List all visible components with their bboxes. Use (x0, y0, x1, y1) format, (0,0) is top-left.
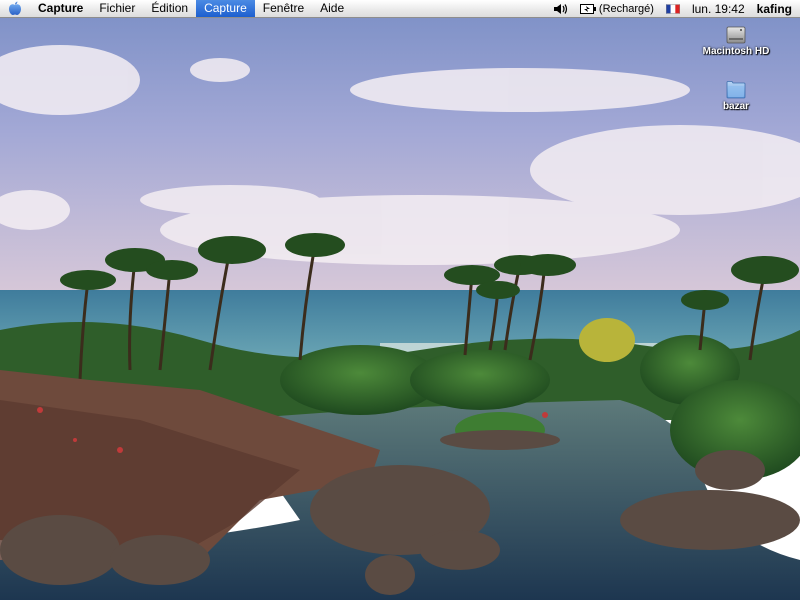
menu-aide[interactable]: Aide (312, 0, 352, 17)
menu-fichier[interactable]: Fichier (91, 0, 143, 17)
desktop-icon-macintosh-hd[interactable]: Macintosh HD (696, 25, 776, 57)
apple-menu-icon[interactable] (0, 0, 30, 17)
battery-status[interactable]: (Rechargé) (574, 0, 660, 17)
user-name[interactable]: kafing (751, 0, 800, 17)
battery-icon (579, 3, 596, 14)
french-flag-icon[interactable] (660, 0, 686, 17)
wallpaper-image (0, 0, 800, 600)
menu-edition[interactable]: Édition (143, 0, 196, 17)
menu-bar: Capture Fichier Édition Capture Fenêtre … (0, 0, 800, 18)
desktop-icon-label: bazar (722, 101, 750, 112)
desktop-wallpaper (0, 0, 800, 600)
battery-label: (Rechargé) (598, 2, 654, 15)
menu-capture[interactable]: Capture (196, 0, 255, 17)
desktop-icon-bazar[interactable]: bazar (696, 80, 776, 112)
hard-drive-icon (726, 26, 746, 44)
desktop-icon-label: Macintosh HD (702, 46, 770, 57)
folder-icon (726, 81, 746, 99)
app-menu[interactable]: Capture (30, 0, 91, 17)
volume-icon[interactable] (547, 0, 574, 17)
menu-extras: (Rechargé) lun. 19:42 kafing (547, 0, 800, 17)
menu-fenetre[interactable]: Fenêtre (255, 0, 312, 17)
menubar-clock[interactable]: lun. 19:42 (686, 0, 751, 17)
